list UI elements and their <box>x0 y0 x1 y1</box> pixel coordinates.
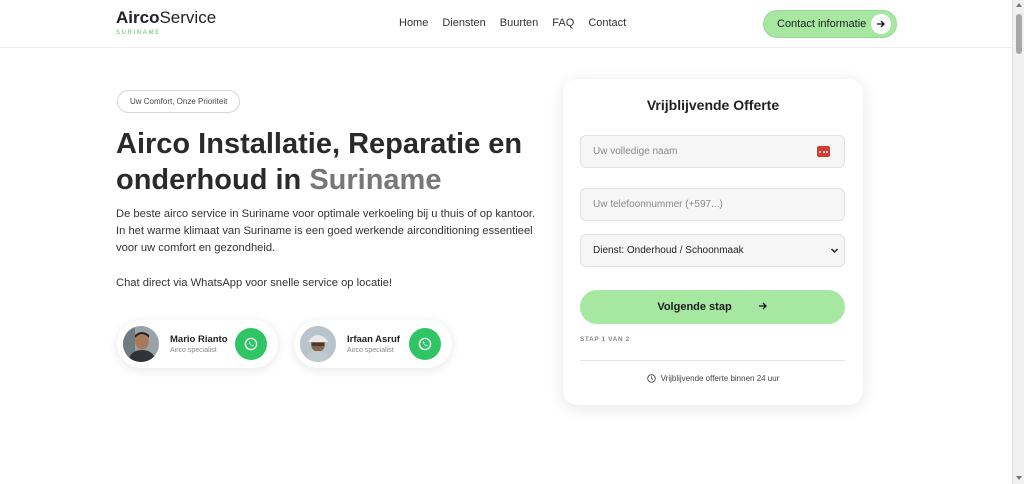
name-input[interactable] <box>580 135 845 168</box>
next-step-button[interactable]: Volgende stap <box>580 290 845 324</box>
agent-card-irfaan: Irfaan Asruf Airco specialist <box>294 320 452 368</box>
hero-title: Airco Installatie, Reparatie en onderhou… <box>116 126 546 198</box>
whatsapp-icon <box>244 337 258 351</box>
hero-chat-text: Chat direct via WhatsApp voor snelle ser… <box>116 277 393 289</box>
divider <box>580 360 845 361</box>
avatar <box>300 326 336 362</box>
contact-info-label: Contact informatie <box>777 18 867 30</box>
arrow-right-icon <box>758 301 768 314</box>
avatar <box>123 326 159 362</box>
footnote-text: Vrijblijvende offerte binnen 24 uur <box>660 374 780 383</box>
agent-name: Irfaan Asruf <box>347 334 400 345</box>
phone-input[interactable] <box>580 188 845 221</box>
logo[interactable]: AircoService SURINAME <box>116 8 217 37</box>
agent-role: Airco specialist <box>170 347 217 354</box>
arrow-right-icon <box>871 14 891 34</box>
step-indicator: STAP 1 VAN 2 <box>580 336 630 343</box>
form-title: Vrijblijvende Offerte <box>646 97 780 113</box>
tagline-badge: Uw Comfort, Onze Prioriteit <box>117 90 241 113</box>
password-manager-icon[interactable] <box>817 146 830 157</box>
next-step-label: Volgende stap <box>657 301 732 313</box>
main-nav: Home Diensten Buurten FAQ Contact <box>399 17 626 29</box>
hero-title-accent: Suriname <box>309 164 442 196</box>
agent-name: Mario Rianto <box>170 334 228 345</box>
logo-bold-text: Airco <box>116 8 160 27</box>
logo-subtitle: SURINAME <box>116 30 161 36</box>
logo-rest-text: Service <box>159 8 217 27</box>
nav-home[interactable]: Home <box>399 17 428 29</box>
agent-role: Airco specialist <box>347 347 394 354</box>
whatsapp-button-mario[interactable] <box>235 328 267 360</box>
whatsapp-button-irfaan[interactable] <box>409 328 441 360</box>
nav-contact[interactable]: Contact <box>588 17 626 29</box>
scroll-thumb[interactable] <box>1016 14 1022 54</box>
page-scrollbar[interactable] <box>1012 0 1024 484</box>
scroll-down-arrow-icon[interactable] <box>1016 476 1022 480</box>
nav-faq[interactable]: FAQ <box>552 17 574 29</box>
whatsapp-icon <box>418 337 432 351</box>
hero-description: De beste airco service in Suriname voor … <box>116 208 536 254</box>
quote-form-card: Vrijblijvende Offerte Dienst: Onderhoud … <box>563 79 863 405</box>
clock-icon <box>646 374 656 383</box>
site-header: AircoService SURINAME Home Diensten Buur… <box>0 0 1012 48</box>
nav-buurten[interactable]: Buurten <box>500 17 539 29</box>
agent-card-mario: Mario Rianto Airco specialist <box>117 320 278 368</box>
service-select-value: Dienst: Onderhoud / Schoonmaak <box>593 245 744 256</box>
contact-info-button[interactable]: Contact informatie <box>763 10 897 38</box>
service-select[interactable]: Dienst: Onderhoud / Schoonmaak <box>580 234 845 267</box>
chevron-down-icon <box>830 246 839 257</box>
scroll-up-arrow-icon[interactable] <box>1016 3 1022 7</box>
form-footnote: Vrijblijvende offerte binnen 24 uur <box>563 374 863 383</box>
nav-diensten[interactable]: Diensten <box>442 17 485 29</box>
